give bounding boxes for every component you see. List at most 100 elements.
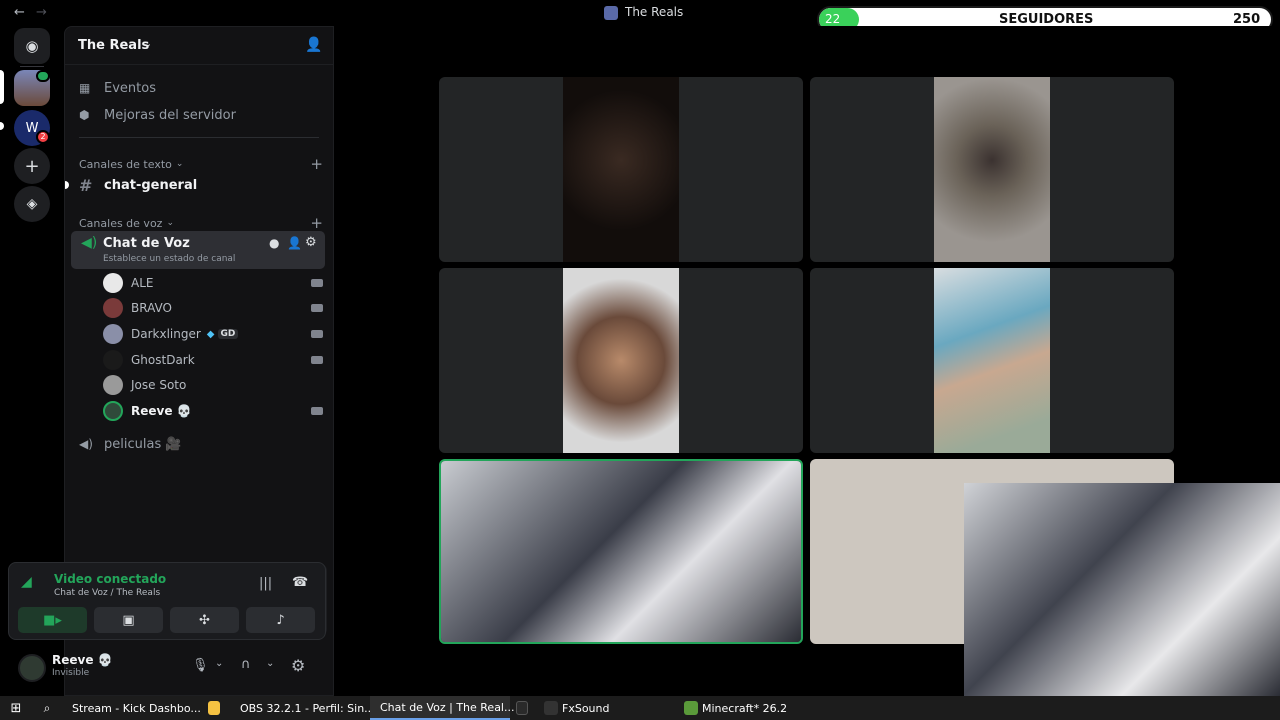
taskbar-item-chrome[interactable]: Stream - Kick Dashbo... xyxy=(62,696,202,720)
taskbar-item-obs[interactable]: OBS 32.2.1 - Perfil: Sin... xyxy=(230,696,375,720)
activities-icon: ✣ xyxy=(199,612,210,628)
add-voice-channel-icon[interactable]: + xyxy=(310,214,323,232)
soundboard-button[interactable]: ♪ xyxy=(246,607,315,633)
video-feed xyxy=(563,268,679,453)
signal-icon[interactable]: ◢ xyxy=(21,574,32,590)
member-item[interactable]: ALE xyxy=(103,271,323,295)
share-screen-button[interactable]: ▣ xyxy=(94,607,163,633)
calendar-icon: ▦ xyxy=(79,81,91,95)
noise-suppression-icon[interactable]: ||| xyxy=(259,576,272,591)
taskbar: ⊞ ⌕ Stream - Kick Dashbo... OBS 32.2.1 -… xyxy=(0,696,1280,720)
title-bar: ← → The Reals 22 SEGUIDORES 250 xyxy=(0,0,1280,33)
username[interactable]: Reeve 💀 xyxy=(52,653,113,667)
avatar xyxy=(103,298,123,318)
discord-home-icon[interactable]: ◉ xyxy=(14,28,50,64)
add-server-icon[interactable]: + xyxy=(14,148,50,184)
camera-icon xyxy=(311,407,323,415)
video-tile[interactable] xyxy=(439,268,803,453)
taskbar-item-minecraft[interactable]: Minecraft* 26.2 xyxy=(678,696,818,720)
video-tile[interactable] xyxy=(810,77,1174,262)
camera-icon xyxy=(311,279,323,287)
avatar xyxy=(103,375,123,395)
voice-channel-peliculas[interactable]: ◀) peliculas 🎥 xyxy=(71,432,325,456)
terminal-icon xyxy=(516,701,528,715)
member-item[interactable]: Reeve 💀 xyxy=(103,399,323,423)
headphones-icon[interactable]: ∩ xyxy=(241,657,251,672)
search-icon[interactable]: ⌕ xyxy=(32,696,62,720)
channel-status[interactable]: Establece un estado de canal xyxy=(103,254,235,264)
camera-icon: ■▸ xyxy=(43,612,62,628)
back-arrow-icon[interactable]: ← xyxy=(14,5,25,20)
speaker-icon: ◀) xyxy=(81,235,98,251)
user-panel: Reeve 💀 Invisible 🎙 ⌄ ∩ ⌄ ⚙ xyxy=(8,646,326,688)
minecraft-icon xyxy=(684,701,698,715)
voice-status[interactable]: Video conectado xyxy=(54,572,166,586)
taskbar-item-terminal[interactable] xyxy=(510,696,538,720)
member-item[interactable]: Jose Soto xyxy=(103,373,323,397)
member-item[interactable]: GhostDark xyxy=(103,348,323,372)
forward-arrow-icon[interactable]: → xyxy=(36,5,47,20)
chevron-down-icon[interactable]: ⌄ xyxy=(215,658,223,669)
follower-count: 22 xyxy=(825,12,841,26)
avatar xyxy=(103,350,123,370)
boost-icon: ⬢ xyxy=(79,108,90,122)
follower-label: SEGUIDORES xyxy=(999,12,1094,27)
server-icon xyxy=(604,6,618,20)
video-tile[interactable] xyxy=(439,77,803,262)
taskbar-item-fxsound[interactable]: FxSound xyxy=(538,696,678,720)
camera-icon xyxy=(311,330,323,338)
explore-icon[interactable]: ◈ xyxy=(14,186,50,222)
activities-button[interactable]: ✣ xyxy=(170,607,239,633)
video-feed xyxy=(934,77,1050,262)
avatar xyxy=(103,324,123,344)
video-tile-self[interactable] xyxy=(439,459,803,644)
text-channels-header[interactable]: Canales de texto ⌄ + xyxy=(79,155,323,173)
user-status: Invisible xyxy=(52,668,90,678)
camera-button[interactable]: ■▸ xyxy=(18,607,87,633)
avatar xyxy=(103,273,123,293)
events-link[interactable]: ▦ Eventos xyxy=(71,77,325,99)
invite-icon[interactable]: 👤 xyxy=(287,236,302,250)
speaker-locked-icon: ◀) xyxy=(79,437,93,451)
guild-tag-badge: GD xyxy=(217,329,239,339)
camera-icon xyxy=(311,356,323,364)
video-feed xyxy=(441,461,801,642)
hashtag-icon: # xyxy=(79,175,93,195)
folder-icon xyxy=(208,701,220,715)
avatar xyxy=(103,401,123,421)
server-header[interactable]: The Reals ⌄ 👤 xyxy=(65,27,333,65)
video-tile[interactable] xyxy=(810,268,1174,453)
mention-badge: 2 xyxy=(36,130,50,144)
video-feed xyxy=(934,268,1050,453)
window-title: The Reals xyxy=(625,5,684,19)
chat-bubble-icon[interactable]: ● xyxy=(269,236,279,250)
disconnect-icon[interactable]: ☎ xyxy=(292,575,308,590)
add-text-channel-icon[interactable]: + xyxy=(310,155,323,173)
channel-chat-general[interactable]: # chat-general xyxy=(71,173,325,197)
camera-icon xyxy=(311,304,323,312)
microphone-icon[interactable]: 🎙 xyxy=(192,658,209,673)
webcam-overlay xyxy=(964,483,1280,696)
voice-channels-header[interactable]: Canales de voz ⌄ + xyxy=(79,214,323,232)
taskbar-item-explorer[interactable] xyxy=(202,696,230,720)
chevron-down-icon[interactable]: ⌄ xyxy=(266,658,274,669)
server-boosts-link[interactable]: ⬢ Mejoras del servidor xyxy=(71,104,325,126)
voice-channel-chat-de-voz[interactable]: ◀) Chat de Voz Establece un estado de ca… xyxy=(71,231,325,269)
taskbar-item-discord[interactable]: Chat de Voz | The Real... xyxy=(370,696,514,720)
screen-share-icon: ▣ xyxy=(122,612,135,628)
settings-gear-icon[interactable]: ⚙ xyxy=(291,656,305,675)
user-avatar[interactable] xyxy=(18,654,46,682)
gem-icon: ◆ xyxy=(206,328,215,340)
fxsound-icon xyxy=(544,701,558,715)
soundboard-icon: ♪ xyxy=(276,612,285,628)
gear-icon[interactable]: ⚙ xyxy=(305,235,317,250)
server-name: The Reals xyxy=(78,38,150,53)
video-active-icon xyxy=(36,70,50,82)
chevron-down-icon: ⌄ xyxy=(143,37,153,50)
video-feed xyxy=(563,77,679,262)
windows-start-icon[interactable]: ⊞ xyxy=(0,696,32,720)
voice-location[interactable]: Chat de Voz / The Reals xyxy=(54,588,160,598)
member-item[interactable]: Darkxlinger ◆ GD xyxy=(103,322,323,346)
member-item[interactable]: BRAVO xyxy=(103,296,323,320)
invite-people-icon[interactable]: 👤 xyxy=(305,37,322,53)
